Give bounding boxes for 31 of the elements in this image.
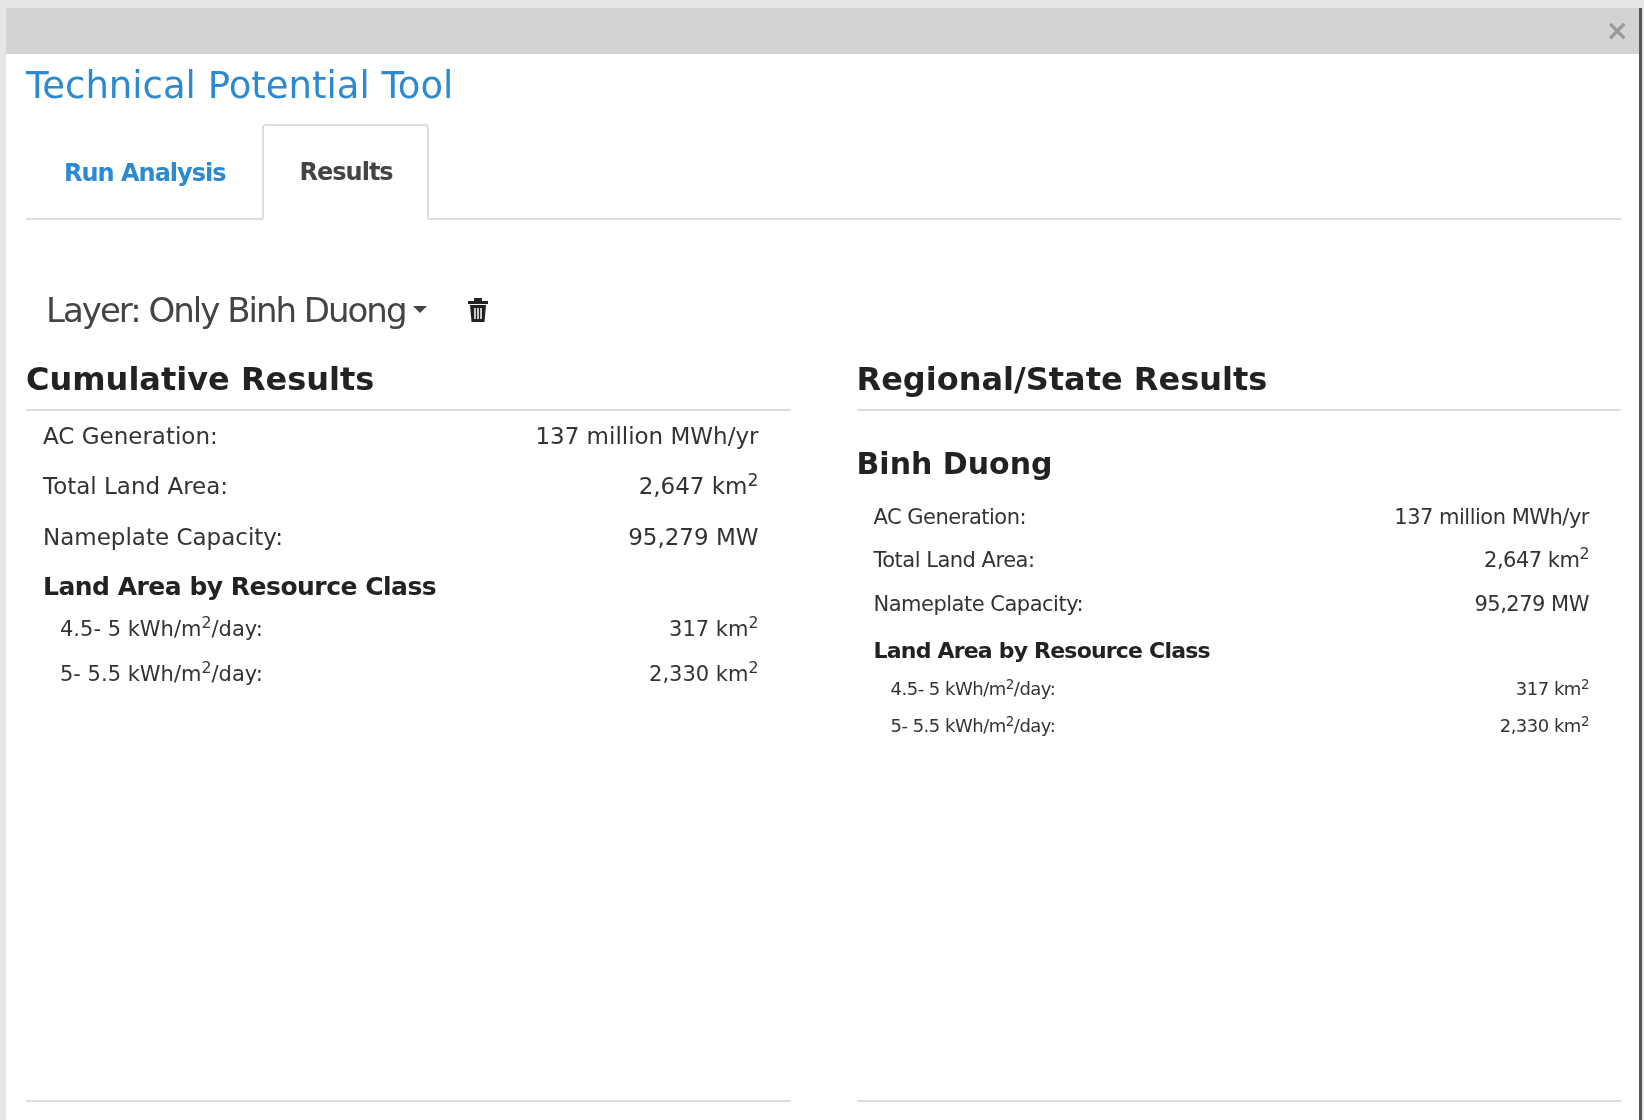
class-value: 2,330 km$^{2}$ (649, 659, 759, 689)
tab[interactable]: Results (261, 124, 429, 221)
layer-dropdown[interactable]: Layer: Only Binh Duong (46, 284, 428, 336)
stat-value: 137 million MWh/yr (1394, 503, 1589, 531)
region-name: Binh Duong (856, 444, 1054, 483)
trash-icon[interactable] (467, 297, 490, 324)
stat-label: Total Land Area: (873, 547, 1035, 575)
class-label: 4.5- 5 kWh/m$^{2}$/day: (60, 613, 263, 643)
stat-label: AC Generation: (873, 503, 1027, 531)
stat-value: 95,279 MW (1474, 590, 1589, 618)
subheading: Land Area by Resource Class (872, 637, 1211, 666)
caret-icon (413, 306, 428, 315)
stat-label: Nameplate Capacity: (43, 522, 283, 552)
class-value: 317 km$^{2}$ (669, 613, 759, 643)
section-heading: Regional/State Results (856, 360, 1621, 411)
stat-value: 2,647 km$^{2}$ (638, 469, 759, 502)
class-label: 5- 5.5 kWh/m$^{2}$/day: (890, 712, 1056, 739)
tool-title: Technical Potential Tool (26, 64, 455, 109)
stat-value: 2,647 km$^{2}$ (1484, 545, 1589, 575)
stat-label: Total Land Area: (43, 472, 229, 502)
class-label: 4.5- 5 kWh/m$^{2}$/day: (890, 675, 1056, 702)
subheading: Land Area by Resource Class (42, 571, 438, 604)
section-heading: Cumulative Results (26, 360, 791, 411)
stat-value: 137 million MWh/yr (535, 421, 759, 451)
stat-value: 95,279 MW (628, 522, 759, 552)
class-label: 5- 5.5 kWh/m$^{2}$/day: (60, 659, 263, 689)
stat-label: AC Generation: (43, 421, 218, 451)
class-value: 2,330 km$^{2}$ (1499, 712, 1589, 739)
class-value: 317 km$^{2}$ (1515, 675, 1589, 702)
stat-label: Nameplate Capacity: (873, 590, 1084, 618)
tab[interactable]: Run Analysis (26, 124, 262, 221)
